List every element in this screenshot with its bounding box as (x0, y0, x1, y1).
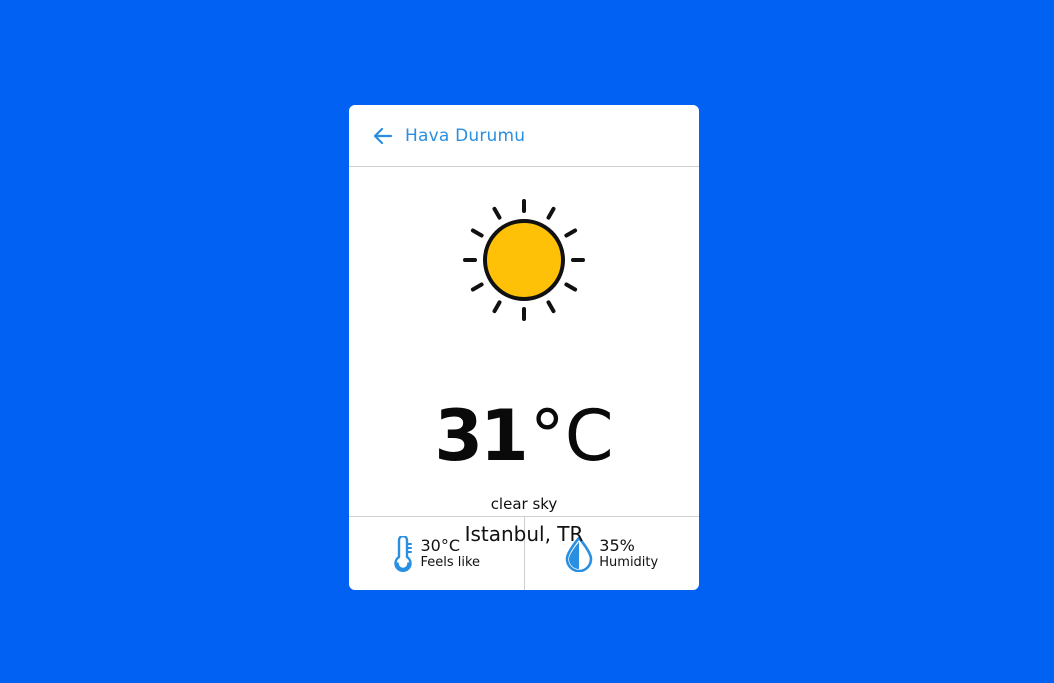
location-label: Istanbul, TR (464, 522, 584, 546)
page-title: Hava Durumu (405, 125, 526, 146)
feels-like-label: Feels like (420, 554, 481, 570)
humidity-label: Humidity (599, 554, 659, 570)
back-button[interactable] (373, 127, 393, 145)
temperature-unit: °C (529, 395, 614, 477)
weather-main: 31°C clear sky Istanbul, TR (349, 167, 699, 546)
arrow-left-icon (373, 127, 393, 145)
weather-description: clear sky (490, 495, 558, 513)
temperature: 31°C (349, 401, 699, 471)
card-header: Hava Durumu (349, 105, 699, 167)
weather-card: Hava Durumu 31°C clear sky Istanbul, TR … (349, 105, 699, 590)
temperature-value: 31 (434, 395, 528, 477)
sun-icon (461, 197, 587, 323)
